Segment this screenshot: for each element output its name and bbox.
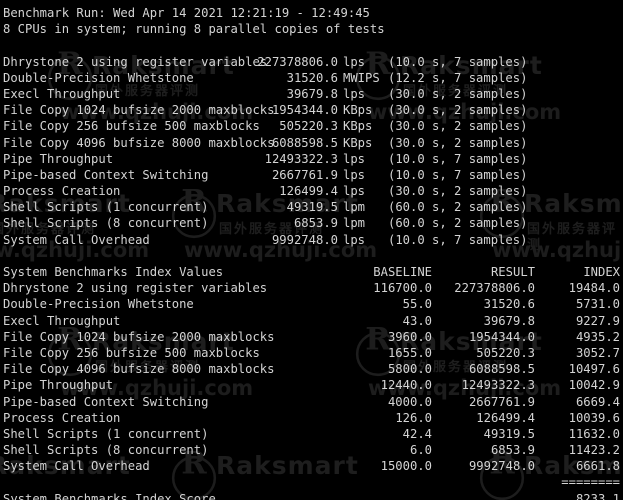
benchmark-detail: (60.0 s, 2 samples) <box>388 216 528 231</box>
benchmark-detail: (12.2 s, 7 samples) <box>388 70 528 85</box>
benchmark-unit: lps <box>343 86 366 101</box>
benchmark-detail: (30.0 s, 2 samples) <box>388 103 528 118</box>
index-table-row: Shell Scripts (1 concurrent) 42.4 49319.5 1… <box>3 426 623 442</box>
cpu-info-header: 8 CPUs in system; running 8 parallel cop… <box>3 22 385 37</box>
benchmark-value: 227378806.0 <box>257 54 338 69</box>
benchmark-value: 6853.9 <box>293 216 338 231</box>
benchmark-unit: lpm <box>343 200 366 215</box>
benchmark-value: 505220.3 <box>279 119 338 134</box>
index-row-index: 6669.4 <box>575 394 620 409</box>
benchmark-unit: lps <box>343 54 366 69</box>
benchmark-result-row: System Call Overhead 9992748.0 lps (10.0 s,… <box>3 232 623 248</box>
index-table-row: Pipe Throughput 12440.0 12493322.3 10042.9 <box>3 377 623 393</box>
index-table-row: Process Creation 126.0 126499.4 10039.6 <box>3 410 623 426</box>
benchmark-results-block: Dhrystone 2 using register variables 2273… <box>3 54 623 248</box>
benchmark-result-row: Pipe Throughput 12493322.3 lps (10.0 s, 7 s… <box>3 151 623 167</box>
benchmark-unit: lpm <box>343 216 366 231</box>
index-table-row: Double-Precision Whetstone 55.0 31520.6 573… <box>3 296 623 312</box>
benchmark-unit: lps <box>343 167 366 182</box>
benchmark-value: 126499.4 <box>279 184 338 199</box>
benchmark-detail: (10.0 s, 7 samples) <box>388 151 528 166</box>
index-table-header-row: System Benchmarks Index Values BASELINE … <box>3 264 623 280</box>
benchmark-value: 39679.8 <box>286 86 338 101</box>
benchmark-unit: KBps <box>343 135 373 150</box>
benchmark-result-row: File Copy 4096 bufsize 8000 maxblocks 608… <box>3 135 623 151</box>
index-values-block: Dhrystone 2 using register variables 1167… <box>3 280 623 474</box>
benchmark-value: 1954344.0 <box>271 103 338 118</box>
index-row-index: 3052.7 <box>575 345 620 360</box>
benchmark-result-row: File Copy 1024 bufsize 2000 maxblocks 195… <box>3 102 623 118</box>
benchmark-detail: (10.0 s, 7 samples) <box>388 232 528 247</box>
equals-separator: ======== <box>561 475 620 490</box>
benchmark-detail: (10.0 s, 7 samples) <box>388 167 528 182</box>
benchmark-detail: (30.0 s, 2 samples) <box>388 119 528 134</box>
separator-row: ======== <box>3 474 623 490</box>
benchmark-result-row: Execl Throughput 39679.8 lps (30.0 s, 2 sam… <box>3 86 623 102</box>
benchmark-result-row: Dhrystone 2 using register variables 2273… <box>3 54 623 70</box>
index-row-index: 5731.0 <box>575 297 620 312</box>
benchmark-detail: (30.0 s, 2 samples) <box>388 184 528 199</box>
benchmark-unit: lps <box>343 232 366 247</box>
benchmark-result-row: File Copy 256 bufsize 500 maxblocks 50522… <box>3 118 623 134</box>
index-row-index: 11423.2 <box>568 443 620 458</box>
benchmark-unit: KBps <box>343 103 373 118</box>
benchmark-detail: (60.0 s, 2 samples) <box>388 200 528 215</box>
index-table-row: Execl Throughput 43.0 39679.8 9227.9 <box>3 313 623 329</box>
index-score-value: 8233.1 <box>575 491 620 500</box>
benchmark-detail: (30.0 s, 2 samples) <box>388 135 528 150</box>
index-row-index: 10042.9 <box>568 378 620 393</box>
index-table-row: Dhrystone 2 using register variables 1167… <box>3 280 623 296</box>
benchmark-run-header: Benchmark Run: Wed Apr 14 2021 12:21:19 … <box>3 6 370 20</box>
benchmark-result-row: Shell Scripts (1 concurrent) 49319.5 lpm (6… <box>3 199 623 215</box>
index-row-index: 11632.0 <box>568 426 620 441</box>
index-table-row: Shell Scripts (8 concurrent) 6.0 6853.9 114… <box>3 442 623 458</box>
benchmark-unit: lps <box>343 184 366 199</box>
benchmark-detail: (10.0 s, 7 samples) <box>388 54 528 69</box>
index-row-index: 10497.6 <box>568 362 620 377</box>
benchmark-detail: (30.0 s, 2 samples) <box>388 86 528 101</box>
index-score-row: System Benchmarks Index Score 8233.1 <box>3 491 623 500</box>
index-table-row: Pipe-based Context Switching 4000.0 266776… <box>3 394 623 410</box>
terminal-window: Raksmart 国外服务器评测 www.qzhuji.com Raksmart… <box>0 0 623 500</box>
index-row-index: 9227.9 <box>575 313 620 328</box>
index-table-row: File Copy 1024 bufsize 2000 maxblocks 396… <box>3 329 623 345</box>
column-header-index: INDEX <box>583 265 620 279</box>
index-table-row: File Copy 256 bufsize 500 maxblocks 1655.… <box>3 345 623 361</box>
benchmark-value: 2667761.9 <box>271 167 338 182</box>
index-row-index: 6661.8 <box>575 459 620 474</box>
index-table-row: System Call Overhead 15000.0 9992748.0 6661… <box>3 458 623 474</box>
benchmark-unit: MWIPS <box>343 70 380 85</box>
benchmark-value: 6088598.5 <box>271 135 338 150</box>
index-row-index: 10039.6 <box>568 410 620 425</box>
benchmark-unit: KBps <box>343 119 373 134</box>
benchmark-result-row: Double-Precision Whetstone 31520.6 MWIPS (1… <box>3 70 623 86</box>
benchmark-result-row: Process Creation 126499.4 lps (30.0 s, 2 sa… <box>3 183 623 199</box>
index-table-row: File Copy 4096 bufsize 8000 maxblocks 580… <box>3 361 623 377</box>
benchmark-result-row: Pipe-based Context Switching 2667761.9 lps… <box>3 167 623 183</box>
index-row-index: 4935.2 <box>575 329 620 344</box>
benchmark-value: 9992748.0 <box>271 232 338 247</box>
benchmark-value: 31520.6 <box>286 70 338 85</box>
benchmark-result-row: Shell Scripts (8 concurrent) 6853.9 lpm (60… <box>3 215 623 231</box>
terminal-output[interactable]: Benchmark Run: Wed Apr 14 2021 12:21:19 … <box>0 0 623 500</box>
benchmark-unit: lps <box>343 151 366 166</box>
benchmark-value: 49319.5 <box>286 200 338 215</box>
benchmark-value: 12493322.3 <box>264 151 338 166</box>
index-row-index: 19484.0 <box>568 281 620 296</box>
